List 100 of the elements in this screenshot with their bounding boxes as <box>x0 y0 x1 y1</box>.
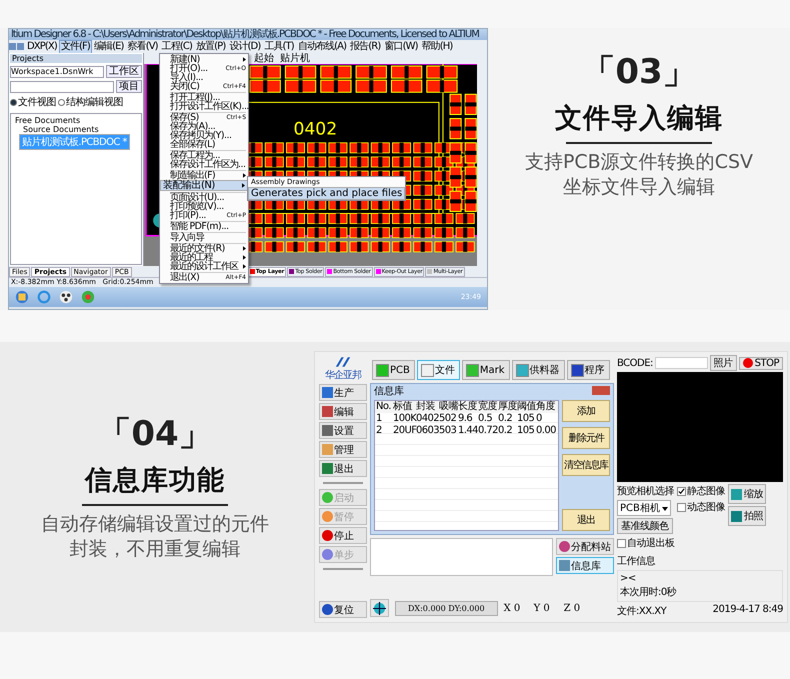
document-tab[interactable]: 贴片机 <box>280 53 310 64</box>
menu-item[interactable]: 打开工程(J)... <box>160 93 248 102</box>
side-button[interactable]: 退出 <box>319 460 367 477</box>
timestamp: 2019-4-17 8:49 <box>712 604 783 617</box>
menu-bar-item[interactable]: 帮助(H) <box>420 40 454 52</box>
feature-number: 「04」 <box>97 413 213 456</box>
offset-display: DX:0.000 DY:0.000 <box>395 600 498 616</box>
view-radio[interactable]: 结构编辑视图 <box>58 95 123 109</box>
document-tab[interactable]: 起始 <box>254 53 274 64</box>
menu-item[interactable]: 最近的工程 <box>160 253 248 262</box>
feature-description: 支持PCB源文件转换的CSV <box>524 150 754 175</box>
side-button[interactable]: 管理 <box>319 441 367 458</box>
view-radio[interactable]: 文件视图 <box>10 95 56 109</box>
menu-bar-item[interactable]: 报告(R) <box>349 40 382 52</box>
menu-item[interactable]: 保存设计工作区为... <box>160 160 248 169</box>
side-button[interactable]: 设置 <box>319 422 367 439</box>
table-cell-text: 105 <box>517 413 536 425</box>
table-cell: 0402 <box>416 413 439 425</box>
menu-bar-item[interactable]: 编辑(E) <box>92 40 125 52</box>
run-button[interactable]: 停止 <box>319 527 367 544</box>
table-cell: 0.00 <box>536 425 555 437</box>
project-button[interactable]: 项目 <box>116 80 142 93</box>
menu-item[interactable]: 导入(I)... <box>160 73 248 82</box>
dialog-title: 信息库 <box>374 384 404 398</box>
stop-button[interactable]: STOP <box>738 356 783 370</box>
menu-item[interactable]: 最近的文件(R) <box>160 244 248 253</box>
menu-bar-item[interactable]: 自动布线(A) <box>296 40 348 52</box>
column-header: No. <box>376 401 392 413</box>
menu-item[interactable]: 保存工程为... <box>160 151 248 160</box>
menu-bar-item[interactable]: 工程(C) <box>160 40 193 52</box>
menu-bar-item[interactable]: 放置(P) <box>194 40 226 52</box>
menu-item[interactable]: 新建(N) <box>160 55 248 64</box>
menu-item[interactable]: 导入向导 <box>160 233 248 242</box>
table-cell-text: 0 <box>536 413 543 425</box>
menu-item[interactable]: Generates pick and place files <box>248 187 406 200</box>
menu-item[interactable]: 制造输出(F) <box>160 171 248 180</box>
image-mode-checkbox[interactable]: 动态图像 <box>677 500 725 514</box>
logo-text: 华企亚邦 <box>325 368 361 382</box>
coordinate-readout: X 0 <box>504 602 522 614</box>
menu-bar-item[interactable]: 设计(D) <box>228 40 262 52</box>
dialog-button[interactable]: 添加 <box>562 400 610 422</box>
menu-bar-item[interactable]: 文件(F) <box>60 40 91 52</box>
side-button[interactable]: 生产 <box>319 384 367 401</box>
work-info-line: >< <box>620 573 637 584</box>
table-cell-text: 503 <box>439 425 458 437</box>
table-cell-text: 502 <box>439 413 458 425</box>
side-button[interactable]: 编辑 <box>319 403 367 420</box>
dialog-button[interactable]: 删除元件 <box>562 427 610 449</box>
image-mode-checkbox[interactable]: 静态图像 <box>677 484 725 498</box>
feature-title: 信息库功能 <box>85 464 225 498</box>
feature-number: 「03」 <box>581 51 697 94</box>
feature-description: 封装，不用重复编辑 <box>70 537 240 562</box>
table-cell: 0.72 <box>478 425 498 437</box>
feature-title: 文件导入编辑 <box>555 102 723 136</box>
library-button[interactable]: 信息库 <box>556 557 614 574</box>
auto-exit-checkbox[interactable]: 自动退出板 <box>617 536 783 550</box>
assign-station-button[interactable]: 分配料站 <box>556 538 614 555</box>
menu-bar-item[interactable]: 窗口(W) <box>383 40 419 52</box>
feature-description: 自动存储编辑设置过的元件 <box>41 512 269 537</box>
capture-button[interactable]: 拍照 <box>728 506 766 526</box>
menu-item[interactable]: 智能 PDF(m)... <box>160 222 248 231</box>
board-label: 0402 <box>293 120 338 140</box>
menu-bar-item[interactable]: 工具(T) <box>263 40 295 52</box>
table-cell-text: 9.6 <box>458 413 474 425</box>
toolbar-tab[interactable]: 程序 <box>566 360 610 380</box>
table-cell: 100K <box>393 413 416 425</box>
menu-item[interactable]: 全部保存(L) <box>160 140 248 149</box>
menu-bar-item[interactable]: 察看(V) <box>126 40 159 52</box>
tree-item[interactable]: Source Documents <box>21 125 139 134</box>
menu-item[interactable]: 最近的设计工作区 <box>160 262 248 271</box>
baseline-color-button[interactable]: 基准线颜色 <box>617 518 672 534</box>
column-header: 封装 <box>416 401 436 413</box>
menu-item[interactable]: 打印预览(V)... <box>160 202 248 211</box>
table-cell: 1.44 <box>458 425 478 437</box>
menu-item[interactable]: 保存拷贝为(Y)... <box>160 131 248 140</box>
panel-title: Projects <box>10 54 142 63</box>
toolbar-tab[interactable]: PCB <box>372 360 415 380</box>
toolbar-tab[interactable]: Mark <box>462 360 510 380</box>
toolbar-tab[interactable]: 供料器 <box>512 360 565 380</box>
table-cell-text: 0.5 <box>478 413 494 425</box>
column-header: 长度 <box>458 401 478 413</box>
window-title: ltium Designer 6.8 - C:\Users\Administrator\Desktop\贴片机测试板.PCBDOC * - Free Documents, Licensed to ALTIUM <box>9 29 487 40</box>
dialog-button[interactable]: 清空信息库 <box>562 454 610 476</box>
feature-description: 坐标文件导入编辑 <box>563 175 715 200</box>
menu-item[interactable]: 页面设计(U)... <box>160 193 248 202</box>
toolbar-tab[interactable]: 文件 <box>416 360 460 380</box>
photo-button[interactable]: 照片 <box>710 355 737 371</box>
menu-item[interactable]: 保存为(A)... <box>160 122 248 131</box>
menu-item[interactable]: 打开设计工作区(K)... <box>160 102 248 111</box>
coordinate-readout: Y 0 <box>534 602 551 614</box>
reset-button[interactable]: 复位 <box>319 601 367 618</box>
workspace-button[interactable]: 工作区 <box>106 65 142 78</box>
exit-button[interactable]: 退出 <box>562 509 610 531</box>
tree-item[interactable]: Free Documents <box>13 116 139 125</box>
camera-select[interactable]: PCB相机 <box>617 500 671 516</box>
menu-item[interactable]: 装配输出(N) <box>160 180 248 191</box>
table-cell: 20UF <box>393 425 416 437</box>
zoom-button[interactable]: 缩放 <box>728 484 766 504</box>
menu-bar-item[interactable]: DXP(X) <box>26 40 58 52</box>
workspace-select[interactable]: Workspace1.DsnWrk <box>10 66 104 78</box>
